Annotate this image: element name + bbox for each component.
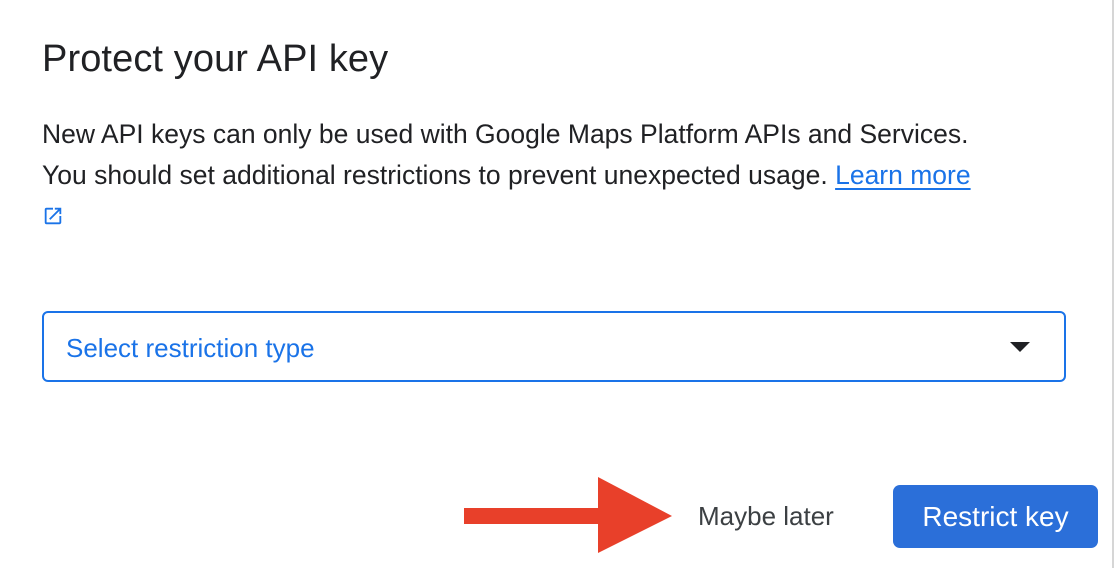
restriction-type-select-value: Select restriction type [66,333,315,363]
dialog-title: Protect your API key [42,38,389,80]
open-in-new-icon[interactable] [42,198,64,225]
description-line-2: You should set additional restrictions t… [42,155,1072,196]
learn-more-link[interactable]: Learn more [835,160,971,190]
restrict-key-button[interactable]: Restrict key [893,485,1098,548]
dropdown-caret-icon [1010,342,1030,352]
description-line-1: New API keys can only be used with Googl… [42,119,969,149]
restriction-type-select[interactable]: Select restriction type [42,311,1066,382]
description-line-2-text: You should set additional restrictions t… [42,160,828,190]
description-line-3 [42,196,1072,237]
dialog-description: New API keys can only be used with Googl… [42,114,1072,237]
maybe-later-button[interactable]: Maybe later [680,488,852,544]
protect-api-key-dialog: Protect your API key New API keys can on… [0,0,1114,568]
red-arrow-icon [462,474,677,559]
